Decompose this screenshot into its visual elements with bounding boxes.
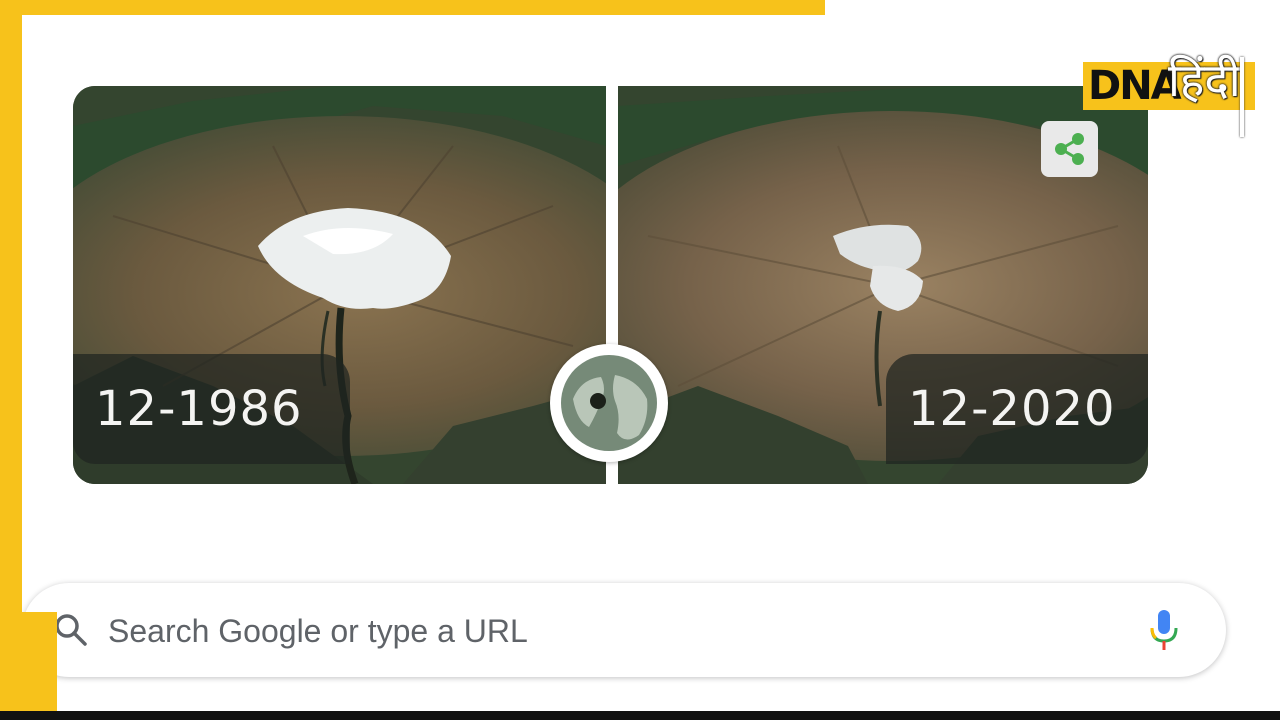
frame-bottom-corner: [0, 612, 57, 712]
satellite-image-1986: 12-1986: [73, 86, 606, 484]
globe-icon: [557, 351, 661, 455]
logo-hindi-text: हिंदी: [1168, 53, 1241, 107]
microphone-icon[interactable]: [1146, 607, 1182, 653]
search-bar[interactable]: [22, 583, 1226, 677]
frame-top-border: [0, 0, 825, 15]
bottom-bar: [0, 711, 1280, 720]
date-label-2020: 12-2020: [886, 354, 1148, 464]
frame-left-border: [0, 0, 22, 612]
search-icon: [55, 614, 87, 646]
logo-stroke: [1240, 57, 1244, 137]
globe-button[interactable]: [550, 344, 668, 462]
search-input[interactable]: [106, 601, 1110, 661]
date-label-1986: 12-1986: [73, 354, 350, 464]
logo-latin-text: DNA: [1088, 63, 1182, 109]
google-doodle[interactable]: 12-1986 12-2020: [73, 86, 1148, 484]
dna-hindi-logo: DNA हिंदी: [1080, 47, 1265, 142]
